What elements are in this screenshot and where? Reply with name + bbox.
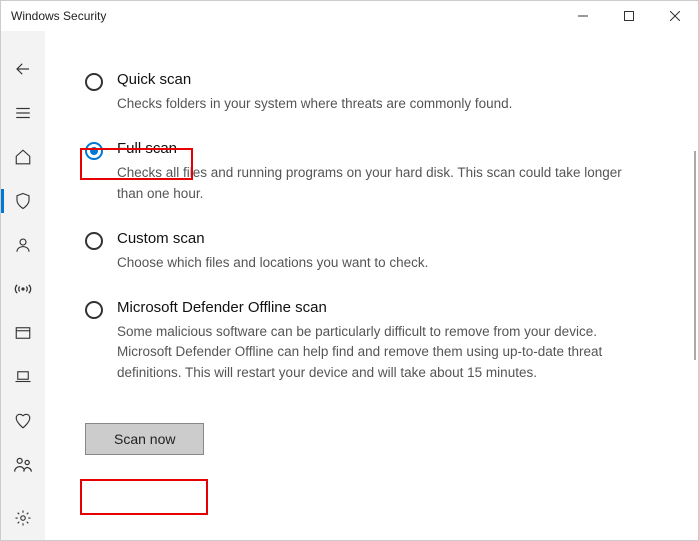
laptop-icon [14,368,32,386]
maximize-button[interactable] [606,1,652,31]
scan-option-custom[interactable]: Custom scan Choose which files and locat… [85,230,658,273]
family-icon [13,455,33,475]
person-icon [14,236,32,254]
scan-now-button[interactable]: Scan now [85,423,204,455]
sidebar-item-device-health[interactable] [1,399,45,443]
option-desc: Some malicious software can be particula… [117,322,627,383]
option-title: Full scan [117,140,658,157]
back-button[interactable] [1,47,45,91]
radio-icon [85,73,103,91]
radio-icon [85,301,103,319]
option-title: Quick scan [117,71,658,88]
sidebar-item-account[interactable] [1,223,45,267]
close-icon [670,11,680,21]
hamburger-icon [14,104,32,122]
radio-icon [85,142,103,160]
option-desc: Checks all files and running programs on… [117,163,627,204]
menu-button[interactable] [1,91,45,135]
sidebar-item-virus-protection[interactable] [1,179,45,223]
home-icon [14,148,32,166]
option-desc: Checks folders in your system where thre… [117,94,627,114]
scan-option-full[interactable]: Full scan Checks all files and running p… [85,140,658,204]
minimize-icon [578,11,588,21]
sidebar [1,31,45,540]
windows-security-window: Windows Security [0,0,699,541]
option-desc: Choose which files and locations you wan… [117,253,627,273]
option-title: Microsoft Defender Offline scan [117,299,658,316]
sidebar-item-settings[interactable] [1,496,45,540]
sidebar-item-app-browser[interactable] [1,311,45,355]
broadcast-icon [13,279,33,299]
sidebar-item-device-security[interactable] [1,355,45,399]
main-content: Quick scan Checks folders in your system… [45,31,698,540]
sidebar-item-firewall[interactable] [1,267,45,311]
radio-icon [85,232,103,250]
back-arrow-icon [14,60,32,78]
scrollbar-track[interactable] [694,151,696,360]
minimize-button[interactable] [560,1,606,31]
window-icon [14,324,32,342]
sidebar-item-family[interactable] [1,443,45,487]
window-title: Windows Security [11,9,106,23]
scan-option-offline[interactable]: Microsoft Defender Offline scan Some mal… [85,299,658,383]
shield-icon [14,192,32,210]
option-title: Custom scan [117,230,658,247]
close-button[interactable] [652,1,698,31]
maximize-icon [624,11,634,21]
titlebar: Windows Security [1,1,698,31]
gear-icon [14,509,32,527]
sidebar-item-home[interactable] [1,135,45,179]
scan-option-quick[interactable]: Quick scan Checks folders in your system… [85,71,658,114]
heart-icon [14,412,32,430]
